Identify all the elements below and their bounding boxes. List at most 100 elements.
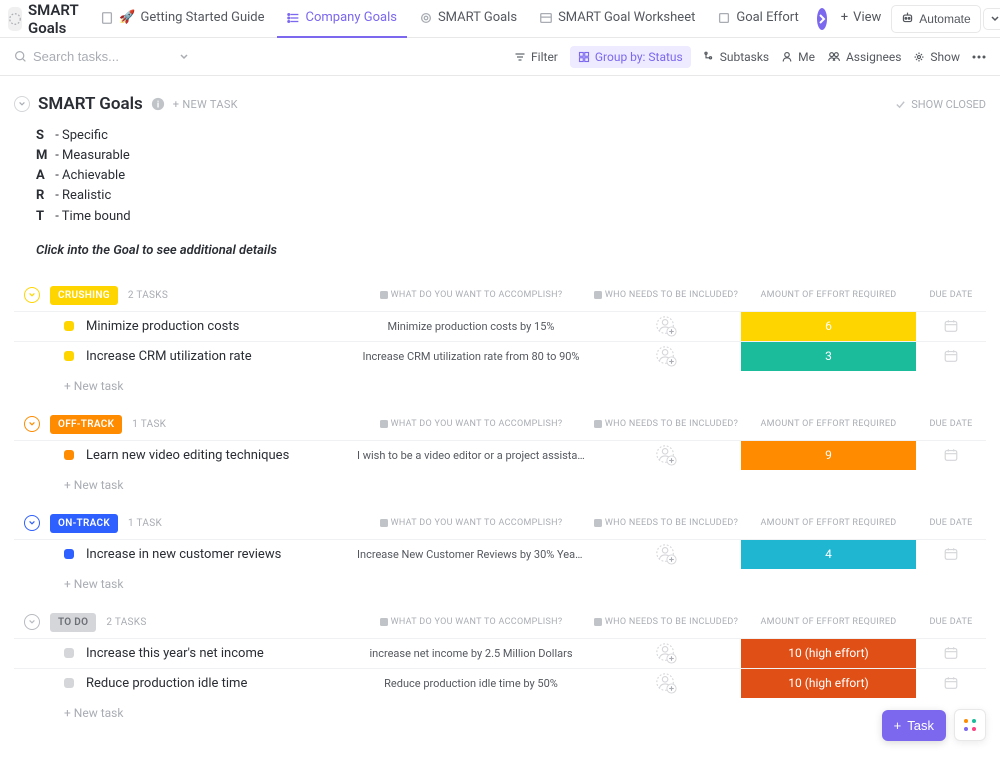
workspace-icon[interactable] <box>8 7 22 31</box>
subtask-icon <box>703 51 715 63</box>
assignees-button[interactable]: Assignees <box>827 50 901 64</box>
status-pill[interactable]: TO DO <box>50 613 96 632</box>
grid-icon <box>962 717 978 733</box>
cell-accomplish: Increase New Customer Reviews by 30% Yea… <box>351 548 591 561</box>
automate-button[interactable]: Automate <box>891 5 980 33</box>
group-header: TO DO 2 TASKS WHAT DO YOU WANT TO ACCOMP… <box>14 613 986 638</box>
col-effort: AMOUNT OF EFFORT REQUIRED <box>741 518 916 528</box>
fab-container: + Task <box>882 709 986 741</box>
list-header: SMART Goals i + NEW TASK SHOW CLOSED <box>14 94 986 114</box>
cell-due-date[interactable] <box>916 645 986 661</box>
more-icon <box>972 55 986 59</box>
task-row[interactable]: Learn new video editing techniques I wis… <box>14 440 986 470</box>
column-headers: WHAT DO YOU WANT TO ACCOMPLISH? WHO NEED… <box>351 518 986 528</box>
cell-who[interactable] <box>591 345 741 367</box>
tab-label: Goal Effort <box>736 10 798 25</box>
status-square[interactable] <box>64 549 74 559</box>
cell-who[interactable] <box>591 315 741 337</box>
cell-accomplish: Minimize production costs by 15% <box>351 320 591 333</box>
status-square[interactable] <box>64 321 74 331</box>
cell-due-date[interactable] <box>916 447 986 463</box>
status-pill[interactable]: OFF-TRACK <box>50 415 122 434</box>
automate-dropdown[interactable] <box>983 8 1000 30</box>
status-pill[interactable]: CRUSHING <box>50 286 118 305</box>
subtasks-button[interactable]: Subtasks <box>703 50 769 64</box>
task-row[interactable]: Minimize production costs Minimize produ… <box>14 311 986 341</box>
tab-smart-goals[interactable]: SMART Goals <box>409 0 527 38</box>
collapse-group-button[interactable] <box>24 287 40 303</box>
task-name[interactable]: Learn new video editing techniques <box>86 448 336 463</box>
assignees-label: Assignees <box>846 50 901 64</box>
me-button[interactable]: Me <box>781 50 815 64</box>
collapse-group-button[interactable] <box>24 416 40 432</box>
cell-effort[interactable]: 4 <box>741 540 916 569</box>
status-square[interactable] <box>64 351 74 361</box>
toolbar: Filter Group by: Status Subtasks Me Assi… <box>0 38 1000 76</box>
cell-effort[interactable]: 3 <box>741 342 916 371</box>
cell-due-date[interactable] <box>916 546 986 562</box>
col-who: WHO NEEDS TO BE INCLUDED? <box>591 419 741 429</box>
chevron-down-icon[interactable] <box>179 52 189 62</box>
task-row[interactable]: Increase CRM utilization rate Increase C… <box>14 341 986 371</box>
info-icon[interactable]: i <box>151 97 165 111</box>
top-bar: SMART Goals 🚀 Getting Started Guide Comp… <box>0 0 1000 38</box>
group-by-button[interactable]: Group by: Status <box>570 46 691 68</box>
show-closed-label: SHOW CLOSED <box>911 98 986 111</box>
task-row[interactable]: Reduce production idle time Reduce produ… <box>14 668 986 698</box>
add-view-button[interactable]: + View <box>835 0 888 38</box>
new-task-button[interactable]: + New task <box>14 371 986 393</box>
task-name[interactable]: Increase CRM utilization rate <box>86 349 336 364</box>
assignee-add-icon[interactable] <box>655 315 677 337</box>
cell-due-date[interactable] <box>916 675 986 691</box>
hint-text: Click into the Goal to see additional de… <box>36 243 986 258</box>
cell-who[interactable] <box>591 672 741 694</box>
new-task-header-button[interactable]: + NEW TASK <box>173 98 238 111</box>
task-row[interactable]: Increase in new customer reviews Increas… <box>14 539 986 569</box>
cell-due-date[interactable] <box>916 348 986 364</box>
task-name[interactable]: Increase this year's net income <box>86 646 336 661</box>
status-square[interactable] <box>64 678 74 688</box>
collapse-group-button[interactable] <box>24 614 40 630</box>
task-name[interactable]: Reduce production idle time <box>86 676 336 691</box>
cell-effort[interactable]: 10 (high effort) <box>741 669 916 698</box>
cell-who[interactable] <box>591 642 741 664</box>
new-task-button[interactable]: + New task <box>14 569 986 591</box>
new-task-fab[interactable]: + Task <box>882 710 946 741</box>
task-name[interactable]: Minimize production costs <box>86 319 336 334</box>
new-task-button[interactable]: + New task <box>14 698 986 720</box>
cell-accomplish: I wish to be a video editor or a project… <box>351 449 591 462</box>
tab-getting-started[interactable]: 🚀 Getting Started Guide <box>90 0 274 38</box>
status-square[interactable] <box>64 648 74 658</box>
tab-goal-effort[interactable]: Goal Effort <box>707 0 808 38</box>
task-name[interactable]: Increase in new customer reviews <box>86 547 336 562</box>
search-input[interactable] <box>33 49 153 64</box>
assignee-add-icon[interactable] <box>655 543 677 565</box>
tab-worksheet[interactable]: SMART Goal Worksheet <box>529 0 705 38</box>
more-button[interactable] <box>972 55 986 59</box>
assignee-add-icon[interactable] <box>655 444 677 466</box>
tab-company-goals[interactable]: Company Goals <box>277 0 407 38</box>
col-who: WHO NEEDS TO BE INCLUDED? <box>591 290 741 300</box>
assignee-add-icon[interactable] <box>655 642 677 664</box>
apps-fab[interactable] <box>954 709 986 741</box>
filter-button[interactable]: Filter <box>514 50 558 64</box>
cell-who[interactable] <box>591 543 741 565</box>
collapse-list-button[interactable] <box>14 96 30 112</box>
cell-effort[interactable]: 10 (high effort) <box>741 639 916 668</box>
cell-who[interactable] <box>591 444 741 466</box>
collapse-group-button[interactable] <box>24 515 40 531</box>
plus-icon: + <box>841 10 848 25</box>
assignee-add-icon[interactable] <box>655 345 677 367</box>
status-pill[interactable]: ON-TRACK <box>50 514 118 533</box>
cell-effort[interactable]: 6 <box>741 312 916 341</box>
status-square[interactable] <box>64 450 74 460</box>
tabs-next-button[interactable] <box>817 8 827 30</box>
cell-due-date[interactable] <box>916 318 986 334</box>
assignee-add-icon[interactable] <box>655 672 677 694</box>
show-button[interactable]: Show <box>913 50 960 64</box>
task-row[interactable]: Increase this year's net income increase… <box>14 638 986 668</box>
new-task-button[interactable]: + New task <box>14 470 986 492</box>
column-headers: WHAT DO YOU WANT TO ACCOMPLISH? WHO NEED… <box>351 617 986 627</box>
cell-effort[interactable]: 9 <box>741 441 916 470</box>
show-closed-button[interactable]: SHOW CLOSED <box>895 98 986 111</box>
